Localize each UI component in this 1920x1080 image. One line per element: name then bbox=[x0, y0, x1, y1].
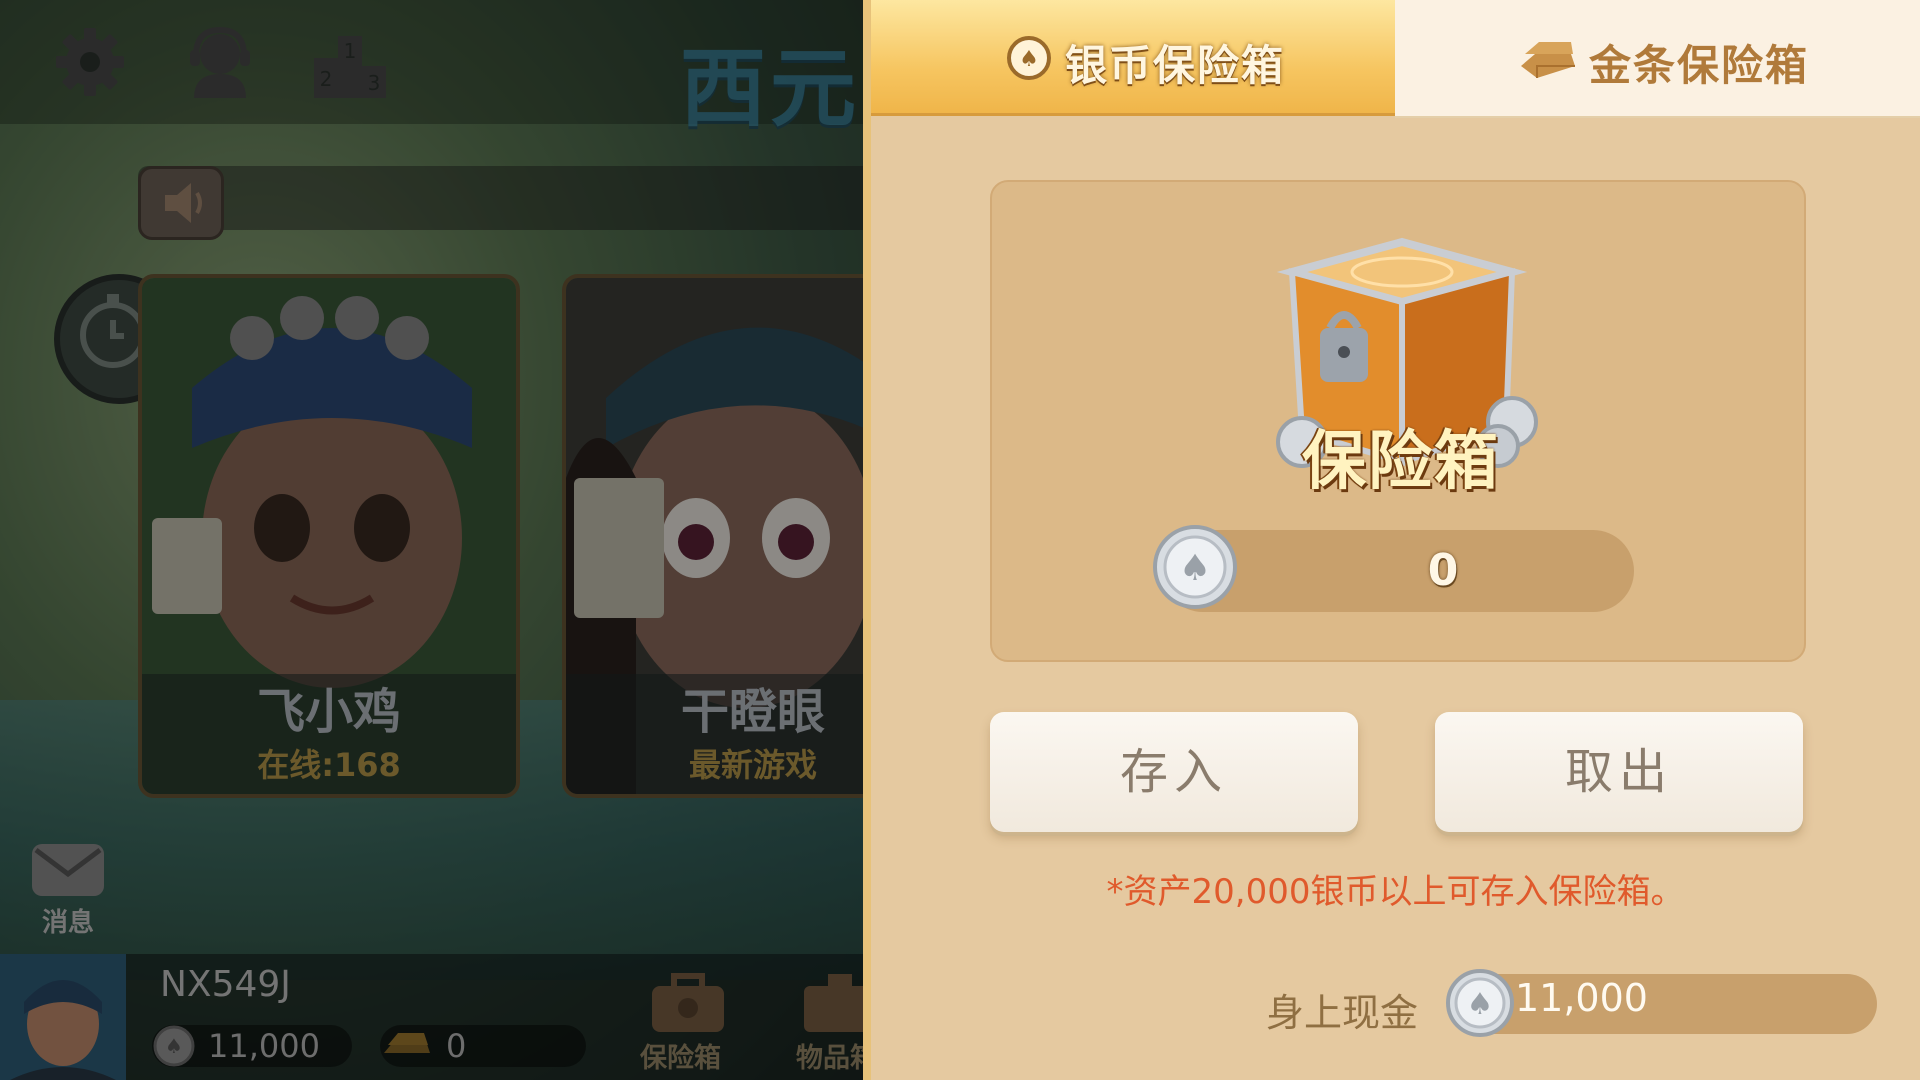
vault-balance-value: 0 bbox=[1427, 545, 1459, 596]
vault-display-area: 保险箱 ♠ 0 bbox=[990, 180, 1806, 662]
silver-coin-icon: ♠ bbox=[1153, 525, 1237, 609]
silver-coin-icon: ♠ bbox=[1007, 36, 1051, 80]
tab-gold-safe[interactable]: 金条保险箱 bbox=[1395, 0, 1920, 118]
lobby-background: 2 1 3 西元 飞小鸡 在线:168 干瞪眼 最新游戏 消息 NX549J ♠… bbox=[0, 0, 868, 1080]
panel-divider bbox=[863, 0, 871, 1080]
svg-text:♠: ♠ bbox=[1019, 47, 1039, 72]
chest-label: 保险箱 bbox=[1302, 425, 1500, 499]
svg-text:♠: ♠ bbox=[1179, 548, 1211, 589]
cash-on-hand-label: 身上现金 bbox=[1266, 991, 1419, 1035]
withdraw-button[interactable]: 取出 bbox=[1435, 712, 1803, 832]
safe-box-panel: ♠ 银币保险箱 金条保险箱 保险箱 ♠ 0 存入 取出 *资产20,000银币以… bbox=[871, 0, 1920, 1080]
tab-silver-safe[interactable]: ♠ 银币保险箱 bbox=[871, 0, 1395, 116]
deposit-button[interactable]: 存入 bbox=[990, 712, 1358, 832]
modal-dim-overlay bbox=[0, 0, 868, 1080]
cash-on-hand-value: 11,000 bbox=[1515, 976, 1648, 1020]
tab-silver-label: 银币保险箱 bbox=[1065, 41, 1286, 90]
svg-text:♠: ♠ bbox=[1467, 987, 1494, 1022]
tab-gold-label: 金条保险箱 bbox=[1589, 41, 1810, 90]
silver-coin-icon: ♠ bbox=[1446, 969, 1514, 1037]
gold-bar-icon bbox=[1521, 42, 1575, 78]
deposit-requirement-notice: *资产20,000银币以上可存入保险箱。 bbox=[1106, 872, 1685, 912]
